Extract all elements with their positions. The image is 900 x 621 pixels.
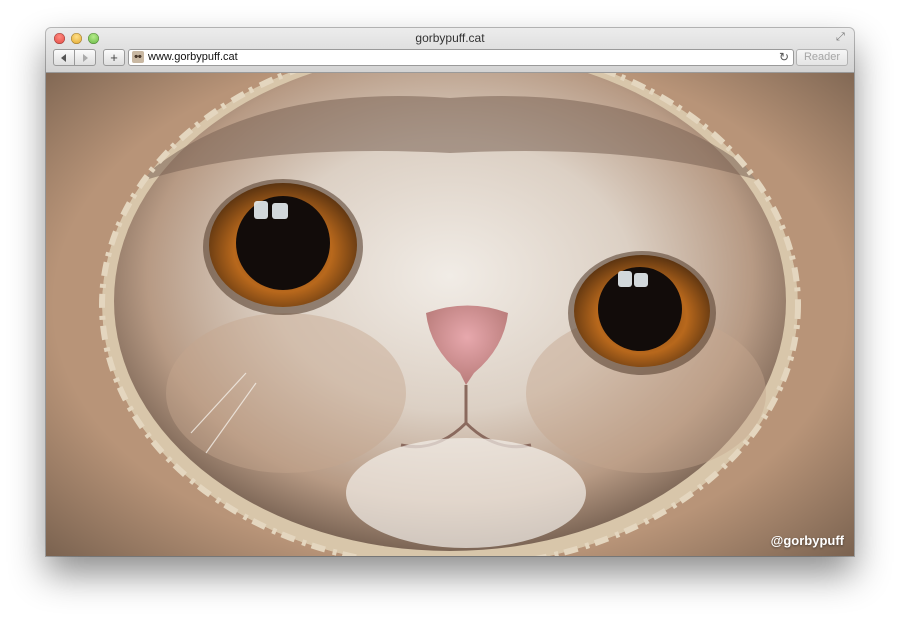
window-title: gorbypuff.cat xyxy=(415,31,485,45)
forward-arrow-icon xyxy=(83,53,88,62)
cat-photo xyxy=(46,73,854,556)
nav-buttons xyxy=(53,49,96,66)
page-content: @gorbypuff xyxy=(46,73,854,556)
plus-icon: + xyxy=(110,50,118,65)
title-bar: gorbypuff.cat ⤢ + www.gorbypuff.cat ↻ Re… xyxy=(46,28,854,73)
reader-button[interactable]: Reader xyxy=(796,49,848,66)
browser-window: gorbypuff.cat ⤢ + www.gorbypuff.cat ↻ Re… xyxy=(46,28,854,556)
forward-button[interactable] xyxy=(75,49,96,66)
favicon-icon xyxy=(132,51,144,63)
watermark-text: @gorbypuff xyxy=(770,533,844,548)
url-text[interactable]: www.gorbypuff.cat xyxy=(148,50,238,65)
fullscreen-icon[interactable]: ⤢ xyxy=(836,31,848,43)
back-arrow-icon xyxy=(61,53,66,62)
reload-icon[interactable]: ↻ xyxy=(779,50,789,65)
back-button[interactable] xyxy=(53,49,75,66)
address-bar[interactable]: www.gorbypuff.cat ↻ xyxy=(128,49,794,66)
add-bookmark-button[interactable]: + xyxy=(103,49,125,66)
